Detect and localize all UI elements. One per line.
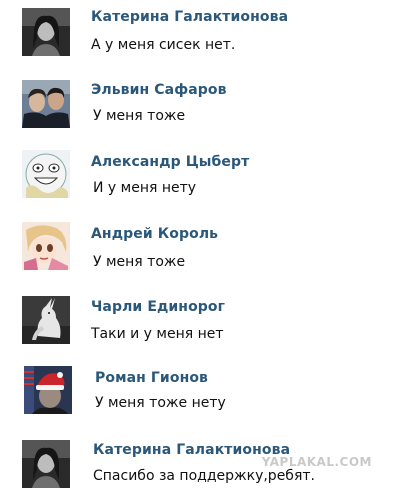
avatar[interactable] — [22, 8, 70, 56]
comment-text: И у меня нету — [93, 180, 197, 196]
comment-item: Катерина Галактионова А у меня сисек нет… — [0, 0, 400, 72]
avatar[interactable] — [22, 80, 70, 128]
comment-author-link[interactable]: Катерина Галактионова — [93, 442, 290, 458]
comment-author-link[interactable]: Эльвин Сафаров — [91, 82, 227, 98]
avatar[interactable] — [22, 222, 70, 270]
comment-item: Александр Цыберт И у меня нету — [0, 144, 400, 216]
comment-author-link[interactable]: Катерина Галактионова — [91, 9, 288, 25]
comment-item: Чарли Единорог Таки и у меня нет — [0, 288, 400, 360]
user-photo-icon — [22, 8, 70, 56]
comment-text: У меня тоже — [93, 108, 186, 124]
avatar[interactable] — [22, 150, 70, 198]
comment-text: У меня тоже — [93, 254, 186, 270]
user-photo-icon — [22, 80, 70, 128]
comment-author-link[interactable]: Андрей Король — [91, 226, 218, 242]
santa-hat-photo-icon — [24, 366, 72, 414]
comment-author-link[interactable]: Александр Цыберт — [91, 154, 249, 170]
anime-character-icon — [22, 222, 70, 270]
avatar[interactable] — [22, 296, 70, 344]
comment-author-link[interactable]: Роман Гионов — [95, 370, 208, 386]
comment-text: А у меня сисек нет. — [91, 37, 236, 53]
comment-text: Спасибо за поддержку,ребят. — [93, 468, 315, 484]
unicorn-icon — [22, 296, 70, 344]
comment-author-link[interactable]: Чарли Единорог — [91, 299, 225, 315]
comment-text: У меня тоже нету — [95, 395, 226, 411]
comment-item: Роман Гионов У меня тоже нету — [0, 360, 400, 432]
watermark: YAPLAKAL.COM — [261, 455, 372, 469]
user-photo-icon — [22, 440, 70, 488]
comment-text: Таки и у меня нет — [91, 326, 224, 342]
comment-item: Эльвин Сафаров У меня тоже — [0, 72, 400, 144]
meme-face-icon — [22, 150, 70, 198]
avatar[interactable] — [24, 366, 72, 414]
comment-item: Андрей Король У меня тоже — [0, 216, 400, 288]
avatar[interactable] — [22, 440, 70, 488]
